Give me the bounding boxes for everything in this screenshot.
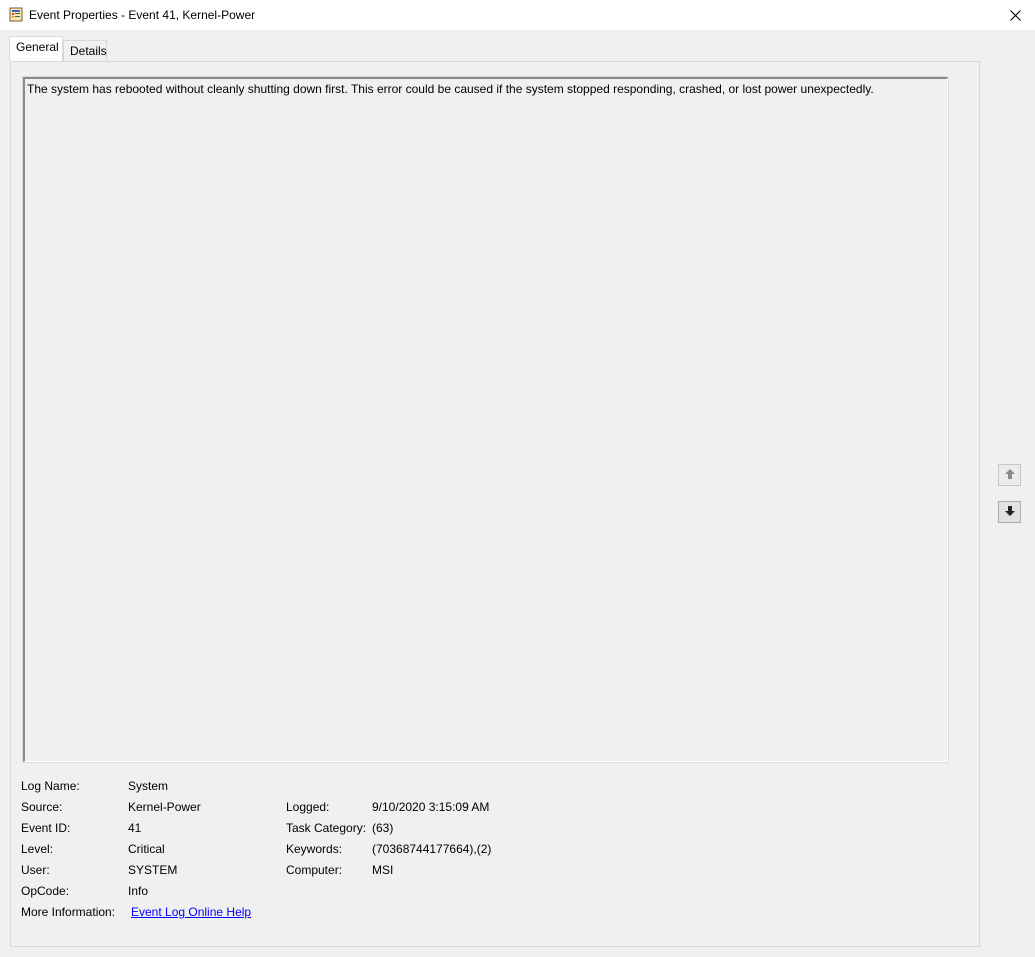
event-id-label: Event ID:	[21, 821, 71, 835]
next-event-button[interactable]	[998, 501, 1021, 523]
computer-value[interactable]: MSI	[372, 863, 393, 877]
source-value[interactable]: Kernel-Power	[128, 800, 201, 814]
log-name-label: Log Name:	[21, 779, 80, 793]
opcode-value[interactable]: Info	[128, 884, 148, 898]
user-label: User:	[21, 863, 50, 877]
previous-event-button[interactable]	[998, 464, 1021, 486]
close-button[interactable]	[995, 0, 1035, 30]
event-log-online-help-link[interactable]: Event Log Online Help	[131, 905, 251, 919]
logged-label: Logged:	[286, 800, 330, 814]
event-description-text: The system has rebooted without cleanly …	[27, 82, 874, 96]
source-label: Source:	[21, 800, 63, 814]
logged-value[interactable]: 9/10/2020 3:15:09 AM	[372, 800, 489, 814]
task-category-label: Task Category:	[286, 821, 367, 835]
event-id-value[interactable]: 41	[128, 821, 141, 835]
level-label: Level:	[21, 842, 54, 856]
title-bar: Event Properties - Event 41, Kernel-Powe…	[0, 0, 1035, 30]
event-description-box[interactable]: The system has rebooted without cleanly …	[22, 76, 949, 763]
window-title: Event Properties - Event 41, Kernel-Powe…	[29, 8, 256, 22]
level-value[interactable]: Critical	[128, 842, 165, 856]
log-name-value[interactable]: System	[128, 779, 168, 793]
event-viewer-icon	[9, 7, 23, 22]
user-value[interactable]: SYSTEM	[128, 863, 177, 877]
opcode-label: OpCode:	[21, 884, 70, 898]
close-icon	[1009, 9, 1021, 21]
tab-general[interactable]: General	[9, 36, 63, 61]
computer-label: Computer:	[286, 863, 343, 877]
task-category-value[interactable]: (63)	[372, 821, 393, 835]
keywords-value[interactable]: (70368744177664),(2)	[372, 842, 491, 856]
tab-details[interactable]: Details	[63, 40, 107, 61]
more-information-label: More Information:	[21, 905, 116, 919]
arrow-down-icon	[1004, 505, 1016, 520]
arrow-up-icon	[1004, 468, 1016, 483]
keywords-label: Keywords:	[286, 842, 343, 856]
